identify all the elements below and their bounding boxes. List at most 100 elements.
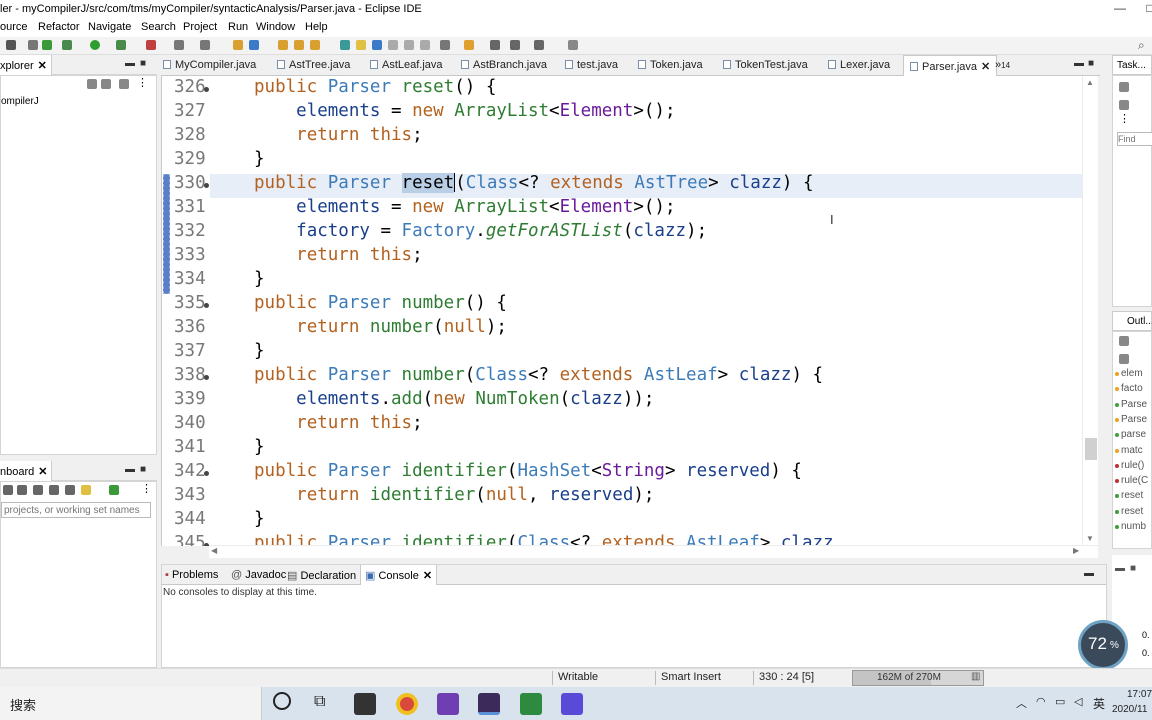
scroll-right-icon[interactable]: ▶ [1073, 546, 1079, 555]
menu-refactor[interactable]: Refactor [38, 21, 80, 33]
toolbar-icon[interactable] [65, 485, 75, 495]
tab-tokentest[interactable]: TokenTest.java [723, 55, 808, 76]
ime-indicator[interactable]: 英 [1093, 695, 1105, 712]
menu-navigate[interactable]: Navigate [88, 21, 131, 33]
tab-mycompiler[interactable]: MyCompiler.java [163, 55, 256, 76]
toolbar-icon[interactable] [372, 40, 382, 50]
toolbar-icon[interactable] [1119, 354, 1129, 364]
tab-console[interactable]: ▣ Console ✕ [360, 565, 438, 585]
toolbar-icon[interactable] [146, 40, 156, 50]
store-icon[interactable] [354, 693, 376, 715]
task-view-icon[interactable]: ⧉ [314, 693, 325, 711]
outline-item[interactable]: Parse [1121, 399, 1147, 410]
toolbar-icon[interactable] [534, 40, 544, 50]
minimize-view-icon[interactable]: ▬ [125, 464, 135, 475]
forward-icon[interactable] [510, 40, 520, 50]
menu-search[interactable]: Search [141, 21, 176, 33]
save-icon[interactable] [6, 40, 16, 50]
toolbar-icon[interactable] [116, 40, 126, 50]
wifi-icon[interactable]: ◠ [1036, 695, 1046, 708]
tab-declaration[interactable]: ▤ Declaration [287, 565, 356, 585]
scroll-up-icon[interactable]: ▲ [1086, 78, 1094, 87]
tab-parser[interactable]: Parser.java ✕ [903, 55, 998, 76]
toolbar-icon[interactable]: ▬ [1115, 563, 1125, 574]
toolbar-icon[interactable] [388, 40, 398, 50]
menu-run[interactable]: Run [228, 21, 248, 33]
add-icon[interactable] [109, 485, 119, 495]
outline-item[interactable]: matc [1121, 445, 1143, 456]
project-filter-input[interactable] [1, 502, 151, 518]
toolbar-icon[interactable] [233, 40, 243, 50]
heap-status[interactable]: 162M of 270M ▥ [852, 670, 984, 686]
close-icon[interactable]: ✕ [423, 570, 432, 582]
tab-test[interactable]: test.java [565, 55, 618, 76]
app-icon[interactable] [561, 693, 583, 715]
tab-overflow[interactable]: »14 [995, 55, 1010, 76]
menu-window[interactable]: Window [256, 21, 295, 33]
fold-marker-icon[interactable] [204, 375, 209, 380]
clock-time[interactable]: 17:07 [1127, 689, 1152, 700]
toolbar-icon[interactable] [404, 40, 414, 50]
tab-asttree[interactable]: AstTree.java [277, 55, 350, 76]
editor-vertical-scrollbar[interactable]: ▲ ▼ [1082, 76, 1098, 546]
scrollbar-thumb[interactable] [1085, 438, 1097, 460]
toolbar-icon[interactable] [356, 40, 366, 50]
toolbar-icon[interactable] [1119, 100, 1129, 110]
eclipse-icon[interactable] [478, 693, 500, 715]
toolbar-icon[interactable] [81, 485, 91, 495]
code-editor[interactable]: 326 327 328 329 330 331 332 333 334 335 336 337 338 3… [161, 76, 1098, 546]
outline-item[interactable]: elem [1121, 368, 1143, 379]
taskbar-search-box[interactable]: 搜索 [0, 687, 262, 720]
collapse-all-icon[interactable] [87, 79, 97, 89]
toolbar-icon[interactable] [310, 40, 320, 50]
tab-javadoc[interactable]: @ Javadoc [231, 565, 286, 585]
maximize-button[interactable]: □ [1140, 1, 1152, 17]
toolbar-icon[interactable] [17, 485, 27, 495]
outline-item[interactable]: reset [1121, 490, 1143, 501]
toolbar-icon[interactable] [1119, 336, 1129, 346]
outline-item[interactable]: rule(C [1121, 475, 1148, 486]
close-icon[interactable]: ✕ [38, 466, 47, 478]
visual-studio-icon[interactable] [437, 693, 459, 715]
toolbar-icon[interactable] [1119, 82, 1129, 92]
minimize-button[interactable]: — [1110, 1, 1130, 17]
outline-item[interactable]: rule() [1121, 460, 1144, 471]
task-list-tab[interactable]: Task... [1112, 55, 1152, 75]
package-explorer-tab[interactable]: xplorer ✕ [0, 55, 52, 75]
tab-lexer[interactable]: Lexer.java [828, 55, 890, 76]
toolbar-icon[interactable] [49, 485, 59, 495]
outline-tab[interactable]: Outl... [1112, 311, 1152, 331]
tab-astbranch[interactable]: AstBranch.java [461, 55, 547, 76]
performance-widget[interactable]: 72 % [1078, 620, 1128, 670]
fold-marker-icon[interactable] [204, 303, 209, 308]
toolbar-icon[interactable] [464, 40, 474, 50]
dashboard-tab[interactable]: nboard ✕ [0, 461, 53, 481]
toolbar-icon[interactable] [420, 40, 430, 50]
scroll-down-icon[interactable]: ▼ [1086, 534, 1094, 543]
run-icon[interactable] [90, 40, 100, 50]
view-menu-icon[interactable]: ⋮ [141, 482, 152, 495]
outline-item[interactable]: Parse [1121, 414, 1147, 425]
minimize-editor-icon[interactable]: ▬ [1074, 58, 1084, 69]
fold-marker-icon[interactable] [204, 87, 209, 92]
toolbar-icon[interactable] [340, 40, 350, 50]
toolbar-icon[interactable] [3, 485, 13, 495]
close-icon[interactable]: ✕ [981, 61, 990, 73]
toolbar-icon[interactable] [440, 40, 450, 50]
toolbar-icon[interactable] [33, 485, 43, 495]
search-icon[interactable]: ⌕ [1138, 38, 1145, 53]
maximize-view-icon[interactable]: ■ [140, 464, 146, 475]
maximize-view-icon[interactable]: ■ [140, 58, 146, 69]
toolbar-icon[interactable] [174, 40, 184, 50]
tab-token[interactable]: Token.java [638, 55, 703, 76]
folder-icon[interactable] [294, 40, 304, 50]
outline-item[interactable]: reset [1121, 506, 1143, 517]
link-editor-icon[interactable] [101, 79, 111, 89]
toolbar-icon[interactable] [200, 40, 210, 50]
minimize-view-icon[interactable]: ▬ [125, 58, 135, 69]
view-menu-icon[interactable]: ⋮ [1119, 112, 1130, 125]
folder-icon[interactable] [278, 40, 288, 50]
view-menu-icon[interactable]: ⋮ [137, 76, 148, 89]
outline-item[interactable]: facto [1121, 383, 1143, 394]
perspective-icon[interactable] [568, 40, 578, 50]
